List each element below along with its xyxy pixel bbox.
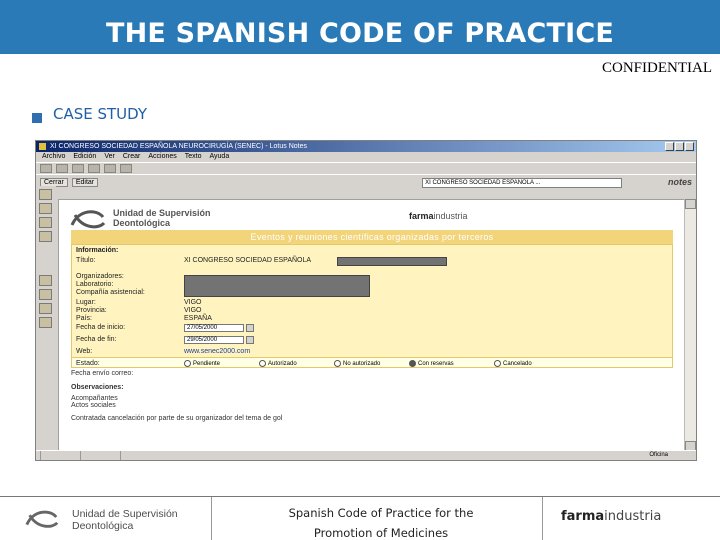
- observaciones-label: Observaciones:: [71, 384, 124, 391]
- footer-logo-line: Unidad de Supervisión: [72, 508, 178, 520]
- footer: Unidad de Supervisión Deontológica Spani…: [0, 496, 720, 540]
- slide-title: THE SPANISH CODE OF PRACTICE: [105, 18, 615, 49]
- close-button[interactable]: [685, 142, 694, 151]
- field-label-pais: País:: [76, 315, 92, 322]
- notes-logo: notes: [667, 177, 692, 187]
- toolbar-button[interactable]: [40, 164, 52, 173]
- section-banner: Eventos y reuniones científicas organiza…: [71, 230, 673, 244]
- radio-pendiente[interactable]: Pendiente: [184, 360, 220, 367]
- footer-logo-line: Deontológica: [72, 520, 134, 532]
- field-value-provincia: VIGO: [184, 307, 202, 314]
- final-line: Contratada cancelación por parte de su o…: [71, 415, 283, 422]
- date-end-input[interactable]: 29/05/2000: [184, 336, 244, 344]
- minimize-button[interactable]: [665, 142, 674, 151]
- redaction-block: [184, 275, 370, 297]
- address-field[interactable]: XI CONGRESO SOCIEDAD ESPAÑOLA ...: [422, 177, 623, 188]
- menu-item-crear[interactable]: Crear: [123, 152, 141, 162]
- usd-logo-icon: [70, 210, 106, 229]
- toolbar-button[interactable]: [104, 164, 116, 173]
- field-label-titulo: Título:: [76, 257, 96, 264]
- edit-doc-button[interactable]: Editar: [71, 178, 99, 187]
- farmaindustria-logo: farmaindustria: [409, 211, 468, 221]
- menu-item-archivo[interactable]: Archivo: [42, 152, 65, 162]
- notes-line: Acompañantes: [71, 395, 118, 402]
- field-label-fecha-inicio: Fecha de inicio:: [76, 324, 126, 331]
- field-label-estado: Estado:: [76, 360, 100, 367]
- field-label-web: Web:: [76, 348, 93, 355]
- toolbar-button[interactable]: [72, 164, 84, 173]
- redaction-block: [337, 257, 447, 266]
- status-zone-label[interactable]: Oficina: [649, 451, 668, 460]
- radio-autorizado[interactable]: Autorizado: [259, 360, 297, 367]
- toolbar: [36, 162, 696, 174]
- menu-item-edicion[interactable]: Edición: [73, 152, 96, 162]
- bookmark-icon[interactable]: [39, 289, 52, 300]
- footer-usd-logo: Unidad de Supervisión Deontológica: [0, 497, 212, 540]
- mail-icon[interactable]: [39, 189, 52, 200]
- footer-divider: [542, 497, 543, 540]
- menu-bar: Archivo Edición Ver Crear Acciones Texto…: [36, 152, 696, 162]
- status-row: Estado: Pendiente Autorizado No autoriza…: [72, 357, 672, 367]
- menu-item-ayuda[interactable]: Ayuda: [209, 152, 229, 162]
- header-bar: THE SPANISH CODE OF PRACTICE: [0, 0, 720, 54]
- app-window: XI CONGRESO SOCIEDAD ESPAÑOLA NEUROCIRUG…: [35, 140, 697, 461]
- app-icon: [39, 143, 46, 150]
- footer-caption-line: Spanish Code of Practice for the: [288, 506, 474, 520]
- section-label: CASE STUDY: [53, 105, 148, 123]
- date-start-input[interactable]: 27/05/2000: [184, 324, 244, 332]
- menu-item-ver[interactable]: Ver: [104, 152, 115, 162]
- usd-logo-line: Deontológica: [113, 218, 171, 228]
- window-titlebar: XI CONGRESO SOCIEDAD ESPAÑOLA NEUROCIRUG…: [36, 141, 696, 152]
- field-label-fecha-correo: Fecha envío correo:: [71, 370, 134, 377]
- field-label-compania: Compañía asistencial:: [76, 289, 145, 296]
- calendar-dropdown-icon[interactable]: [246, 324, 254, 332]
- notes-line: Actos sociales: [71, 402, 116, 409]
- menu-item-texto[interactable]: Texto: [185, 152, 202, 162]
- window-title: XI CONGRESO SOCIEDAD ESPAÑOLA NEUROCIRUG…: [50, 143, 307, 150]
- toolbar-button[interactable]: [88, 164, 100, 173]
- field-value-titulo: XI CONGRESO SOCIEDAD ESPAÑOLA: [184, 257, 312, 264]
- bookmark-icon[interactable]: [39, 275, 52, 286]
- radio-con-reservas[interactable]: Con reservas: [409, 360, 454, 367]
- toolbar-button[interactable]: [120, 164, 132, 173]
- action-bar: Cerrar Editar XI CONGRESO SOCIEDAD ESPAÑ…: [36, 174, 696, 190]
- window-controls: [665, 142, 694, 151]
- status-bar: Oficina: [36, 450, 696, 460]
- bullet-square-icon: [32, 113, 42, 123]
- field-value-lugar: VIGO: [184, 299, 202, 306]
- field-label-organizadores: Organizadores:: [76, 273, 124, 280]
- footer-caption-line: Promotion of Medicines: [313, 526, 449, 540]
- document-page: Unidad de Supervisión Deontológica farma…: [58, 199, 686, 451]
- bookmark-icon[interactable]: [39, 303, 52, 314]
- field-label-lugar: Lugar:: [76, 299, 96, 306]
- field-label-provincia: Provincia:: [76, 307, 107, 314]
- menu-item-acciones[interactable]: Acciones: [148, 152, 176, 162]
- usd-logo: Unidad de Supervisión Deontológica: [69, 205, 211, 231]
- field-value-web[interactable]: www.senec2000.com: [184, 348, 250, 355]
- footer-farmaindustria-logo: farmaindustria: [561, 509, 662, 524]
- radio-no-autorizado[interactable]: No autorizado: [334, 360, 380, 367]
- usd-logo-icon: [25, 510, 59, 528]
- event-form: Información: Título: XI CONGRESO SOCIEDA…: [71, 244, 673, 368]
- scroll-up-icon[interactable]: [685, 199, 696, 209]
- usd-logo-line: Unidad de Supervisión: [113, 208, 211, 218]
- bookmark-icon[interactable]: [39, 317, 52, 328]
- left-bookmark-bar: [36, 186, 56, 456]
- field-value-pais: ESPAÑA: [184, 315, 212, 322]
- address-book-icon[interactable]: [39, 217, 52, 228]
- radio-cancelado[interactable]: Cancelado: [494, 360, 532, 367]
- vertical-scrollbar[interactable]: [684, 199, 696, 451]
- calendar-dropdown-icon[interactable]: [246, 336, 254, 344]
- slide: THE SPANISH CODE OF PRACTICE CONFIDENTIA…: [0, 0, 720, 540]
- calendar-icon[interactable]: [39, 203, 52, 214]
- footer-caption: Spanish Code of Practice for the Promoti…: [256, 503, 506, 540]
- maximize-button[interactable]: [675, 142, 684, 151]
- field-label-laboratorio: Laboratorio:: [76, 281, 114, 288]
- form-section-title: Información:: [76, 247, 119, 254]
- toolbar-button[interactable]: [56, 164, 68, 173]
- field-label-fecha-fin: Fecha de fin:: [76, 336, 117, 343]
- confidential-label: CONFIDENTIAL: [602, 60, 712, 76]
- todo-icon[interactable]: [39, 231, 52, 242]
